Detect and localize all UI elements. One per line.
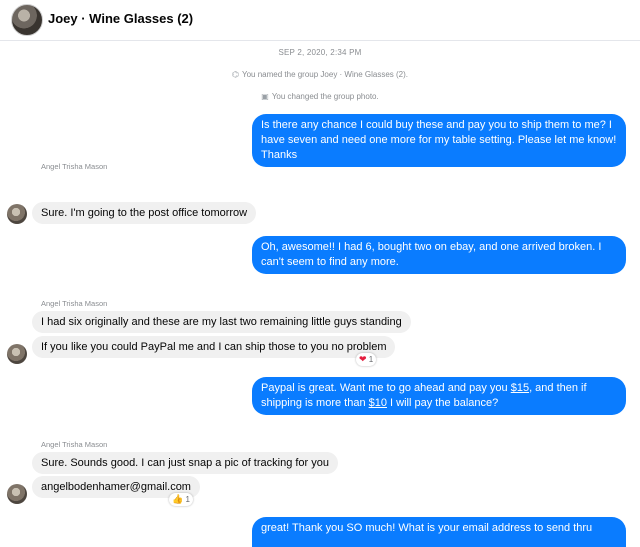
incoming-message[interactable]: I had six originally and these are my la… — [32, 311, 411, 333]
thumbs-up-icon: 👍 — [172, 494, 184, 504]
message-reaction[interactable]: ❤ 1 — [356, 353, 377, 366]
system-event-rename: ⌬ You named the group Joey · Wine Glasses… — [0, 70, 640, 79]
conversation-title[interactable]: Joey · Wine Glasses (2) — [48, 11, 193, 26]
message-reaction[interactable]: 👍 1 — [169, 493, 193, 506]
sender-name: Angel Trisha Mason — [41, 299, 108, 308]
message-text: angelbodenhamer@gmail.com — [41, 481, 191, 493]
outgoing-message[interactable]: Is there any chance I could buy these an… — [252, 114, 626, 167]
heart-icon: ❤ — [359, 354, 367, 364]
photo-icon: ▣ — [261, 92, 269, 101]
message-text: I had six originally and these are my la… — [41, 316, 402, 328]
message-text: Sure. Sounds good. I can just snap a pic… — [41, 457, 330, 469]
outgoing-message[interactable]: Oh, awesome!! I had 6, bought two on eba… — [252, 236, 626, 274]
reaction-count: 1 — [368, 355, 374, 364]
incoming-message[interactable]: Sure. I'm going to the post office tomor… — [32, 202, 257, 224]
event-text: You named the group Joey · Wine Glasses … — [241, 70, 408, 79]
message-text: Is there any chance I could buy these an… — [261, 119, 617, 161]
amount-link[interactable]: $15 — [511, 382, 529, 394]
message-text: If you like you could PayPal me and I ca… — [41, 341, 387, 353]
message-text: great! Thank you SO much! What is your e… — [261, 522, 593, 534]
sender-name: Angel Trisha Mason — [41, 162, 108, 171]
outgoing-message[interactable]: Paypal is great. Want me to go ahead and… — [252, 377, 626, 415]
reaction-count: 1 — [185, 495, 190, 504]
incoming-message[interactable]: Sure. Sounds good. I can just snap a pic… — [32, 452, 339, 474]
message-text: Oh, awesome!! I had 6, bought two on eba… — [261, 241, 602, 268]
event-text: You changed the group photo. — [271, 92, 379, 101]
conversation-header: Joey · Wine Glasses (2) — [0, 0, 640, 41]
message-text: Sure. I'm going to the post office tomor… — [41, 207, 248, 219]
message-text-part: Paypal is great. Want me to go ahead and… — [261, 382, 511, 394]
message-timestamp: SEP 2, 2020, 2:34 PM — [278, 48, 362, 57]
system-event-photo: ▣ You changed the group photo. — [0, 92, 640, 101]
incoming-message[interactable]: If you like you could PayPal me and I ca… — [32, 336, 396, 358]
outgoing-message[interactable]: great! Thank you SO much! What is your e… — [252, 517, 626, 547]
sender-avatar[interactable] — [7, 484, 27, 504]
tag-icon: ⌬ — [232, 70, 239, 79]
group-avatar[interactable] — [11, 4, 43, 36]
sender-avatar[interactable] — [7, 344, 27, 364]
sender-avatar[interactable] — [7, 204, 27, 224]
message-text-part: I will pay the balance? — [386, 397, 499, 409]
amount-link[interactable]: $10 — [369, 397, 387, 409]
sender-name: Angel Trisha Mason — [41, 440, 108, 449]
